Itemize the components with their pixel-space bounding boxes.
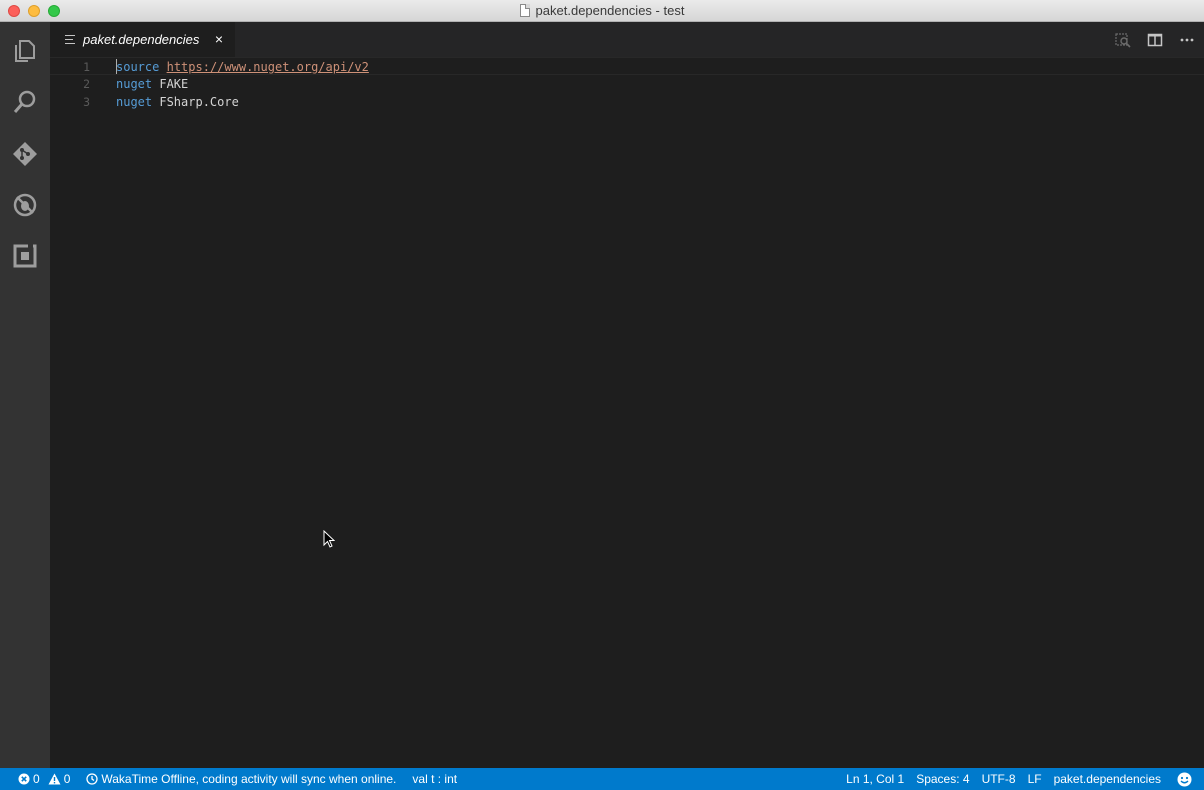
error-icon [18,773,30,785]
language-mode[interactable]: paket.dependencies [1048,768,1167,790]
package-name: FSharp.Core [159,95,239,109]
type-info[interactable]: val t : int [406,768,463,790]
line-number: 1 [83,60,90,74]
activity-git[interactable] [0,129,50,179]
wakatime-status[interactable]: WakaTime Offline, coding activity will s… [80,768,402,790]
files-icon [15,40,35,62]
extensions-icon [13,244,37,268]
line-number: 3 [83,95,90,109]
encoding-setting[interactable]: UTF-8 [976,768,1022,790]
title-bar: paket.dependencies - test [0,0,1204,22]
tabs-bar: paket.dependencies × [50,22,1204,57]
line-content: nuget FSharp.Core [116,93,239,111]
activity-debug[interactable] [0,180,50,230]
eol-text: LF [1027,772,1042,786]
minimize-window-button[interactable] [28,5,40,17]
package-name: FAKE [159,77,189,91]
language-text: paket.dependencies [1053,772,1161,786]
window-title: paket.dependencies - test [535,3,685,18]
source-url-link[interactable]: https://www.nuget.org/api/v2 [167,60,369,74]
encoding-text: UTF-8 [981,772,1016,786]
indentation-text: Spaces: 4 [916,772,970,786]
tab-paket-dependencies[interactable]: paket.dependencies × [50,22,235,57]
git-icon [13,142,37,166]
maximize-window-button[interactable] [48,5,60,17]
text-cursor [116,59,117,74]
keyword: nuget [116,95,153,109]
more-actions-button[interactable] [1178,31,1196,49]
document-icon [519,4,530,17]
status-bar-left: 0 0 WakaTime Offline, coding activity wi… [0,768,463,790]
problems-indicator[interactable]: 0 0 [12,768,76,790]
eol-setting[interactable]: LF [1022,768,1048,790]
open-preview-button[interactable] [1114,31,1132,49]
warning-icon [48,773,61,785]
split-editor-button[interactable] [1146,31,1164,49]
activity-bar [0,22,50,768]
status-bar: 0 0 WakaTime Offline, coding activity wi… [0,768,1204,790]
close-window-button[interactable] [8,5,20,17]
split-editor-icon [1147,33,1163,46]
warning-count: 0 [63,772,71,786]
keyword: source [116,60,160,74]
debug-icon [13,193,37,217]
line-content: nuget FAKE [116,75,188,93]
code-line[interactable]: 2 nuget FAKE [50,75,1204,93]
mouse-pointer-icon [323,530,335,548]
indentation-setting[interactable]: Spaces: 4 [910,768,975,790]
file-lines-icon [65,35,75,44]
ellipsis-icon [1180,38,1194,41]
cursor-position[interactable]: Ln 1, Col 1 [840,768,910,790]
activity-explorer[interactable] [0,26,50,76]
type-info-text: val t : int [412,772,458,786]
cursor-position-text: Ln 1, Col 1 [846,772,905,786]
editor-actions [1114,22,1196,57]
code-editor[interactable]: 1 source https://www.nuget.org/api/v2 2 … [50,57,1204,768]
tab-label: paket.dependencies [83,32,200,47]
window-controls [8,5,60,17]
search-icon [13,90,36,113]
code-line[interactable]: 1 source https://www.nuget.org/api/v2 [50,57,1204,75]
activity-extensions[interactable] [0,231,50,281]
activity-search[interactable] [0,77,50,127]
close-icon[interactable]: × [211,31,227,47]
feedback-button[interactable] [1167,768,1198,790]
line-content: source https://www.nuget.org/api/v2 [116,58,369,76]
clock-icon [86,773,99,785]
window-title-group: paket.dependencies - test [519,3,685,18]
keyword: nuget [116,77,153,91]
error-count: 0 [33,772,40,786]
status-bar-right: Ln 1, Col 1 Spaces: 4 UTF-8 LF paket.dep… [840,768,1204,790]
smiley-icon [1177,772,1192,786]
line-number: 2 [83,77,90,91]
preview-search-icon [1115,32,1131,48]
code-line[interactable]: 3 nuget FSharp.Core [50,93,1204,111]
wakatime-text: WakaTime Offline, coding activity will s… [101,772,397,786]
